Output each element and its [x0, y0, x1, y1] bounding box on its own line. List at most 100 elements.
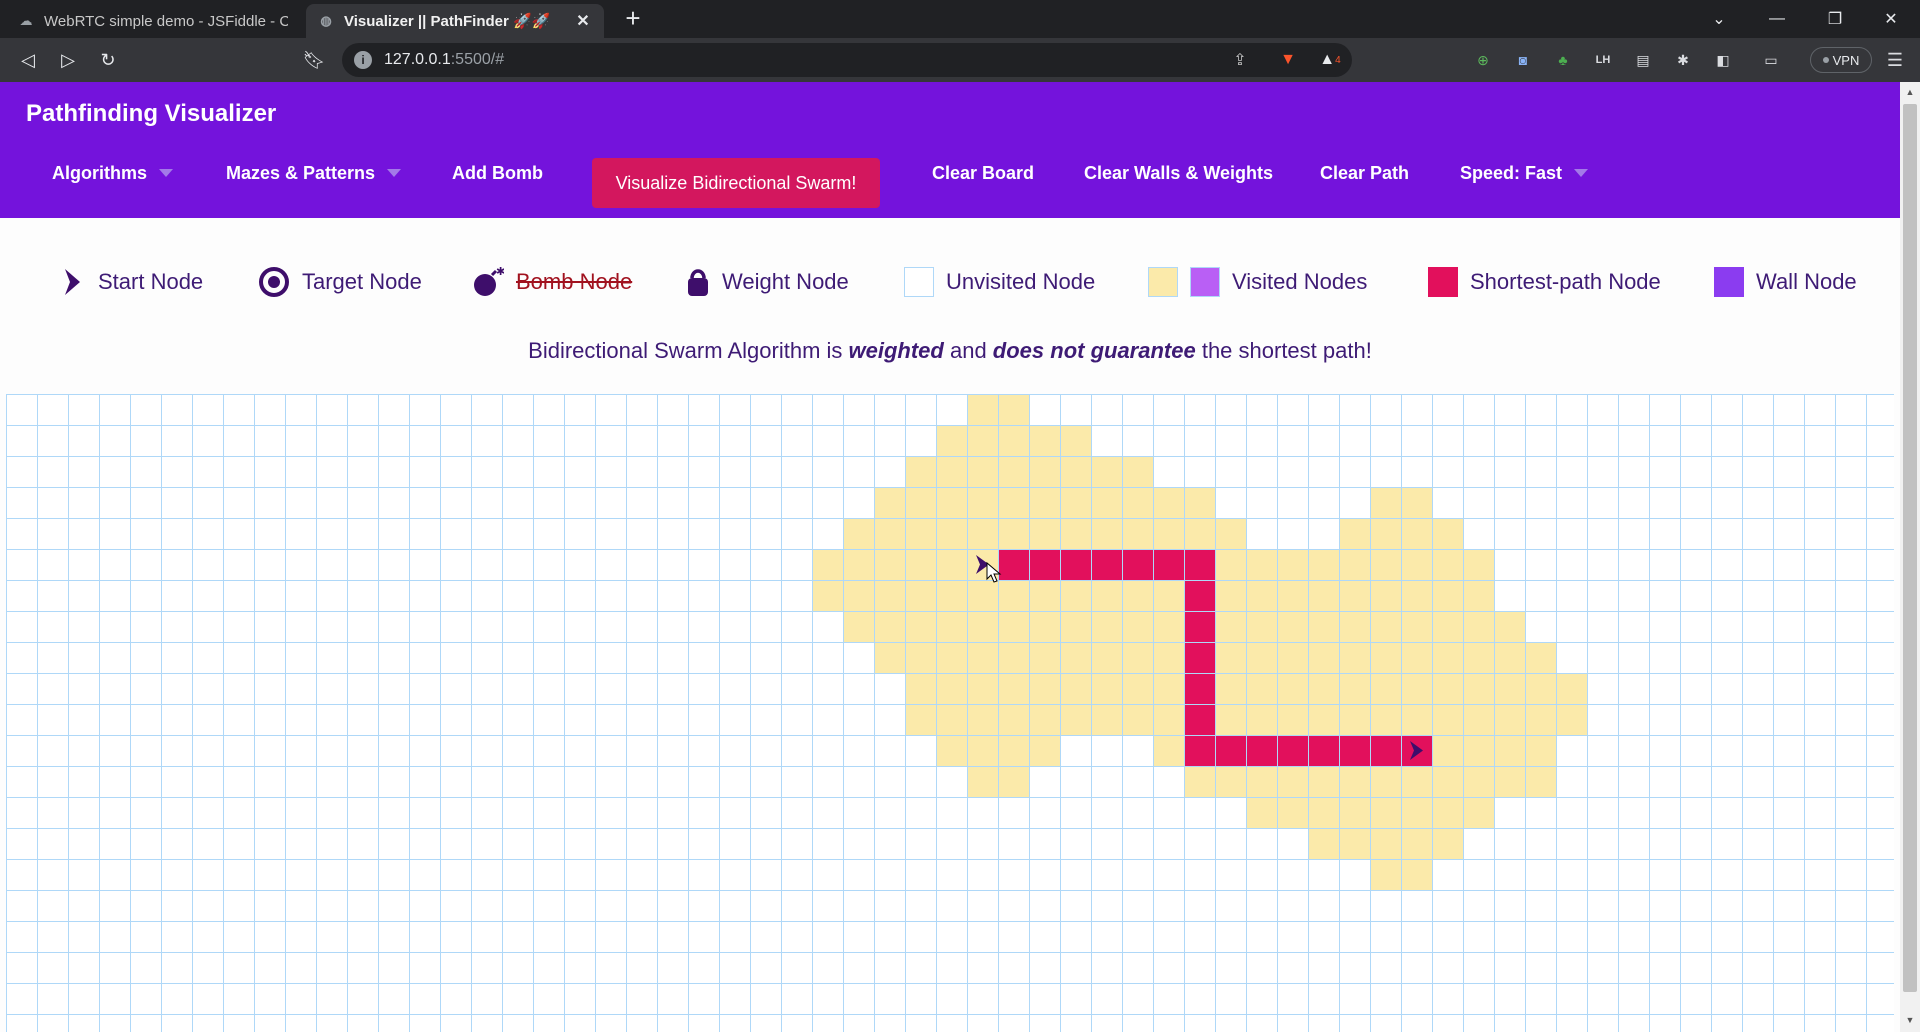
visited-node[interactable]: [1463, 580, 1494, 611]
visited-node[interactable]: [905, 673, 936, 704]
visited-node[interactable]: [1277, 549, 1308, 580]
extensions-puzzle-icon[interactable]: ✱: [1672, 49, 1694, 71]
visited-node[interactable]: [1401, 704, 1432, 735]
visited-node[interactable]: [1432, 673, 1463, 704]
speed-dropdown[interactable]: Speed: Fast: [1460, 160, 1589, 186]
close-window-button[interactable]: ✕: [1862, 0, 1920, 38]
extension-tree-icon[interactable]: ♣: [1552, 49, 1574, 71]
scroll-thumb[interactable]: [1903, 104, 1917, 992]
visited-node[interactable]: [1525, 642, 1556, 673]
visited-node[interactable]: [1246, 611, 1277, 642]
shortest-path-node[interactable]: [1184, 673, 1215, 704]
shortest-path-node[interactable]: [1246, 735, 1277, 766]
visited-node[interactable]: [1308, 611, 1339, 642]
visited-node[interactable]: [1308, 766, 1339, 797]
visited-node[interactable]: [1370, 580, 1401, 611]
visited-node[interactable]: [998, 456, 1029, 487]
visited-node[interactable]: [1091, 580, 1122, 611]
visited-node[interactable]: [1308, 828, 1339, 859]
visited-node[interactable]: [998, 766, 1029, 797]
visited-node[interactable]: [1122, 642, 1153, 673]
shortest-path-node[interactable]: [1184, 642, 1215, 673]
visited-node[interactable]: [1463, 766, 1494, 797]
shortest-path-node[interactable]: [1122, 549, 1153, 580]
visited-node[interactable]: [1494, 611, 1525, 642]
visited-node[interactable]: [1525, 673, 1556, 704]
extension-lighthouse-icon[interactable]: LH: [1592, 49, 1614, 71]
visited-node[interactable]: [1215, 518, 1246, 549]
visited-node[interactable]: [812, 549, 843, 580]
page-scrollbar[interactable]: ▲ ▼: [1900, 82, 1920, 1032]
visited-node[interactable]: [1432, 580, 1463, 611]
sidebar-icon[interactable]: ◧: [1712, 49, 1734, 71]
visited-node[interactable]: [1401, 673, 1432, 704]
visited-node[interactable]: [1091, 487, 1122, 518]
visited-node[interactable]: [905, 456, 936, 487]
visited-node[interactable]: [1339, 766, 1370, 797]
visited-node[interactable]: [1339, 518, 1370, 549]
visited-node[interactable]: [905, 580, 936, 611]
visited-node[interactable]: [1494, 673, 1525, 704]
visited-node[interactable]: [1153, 673, 1184, 704]
visited-node[interactable]: [1308, 549, 1339, 580]
visited-node[interactable]: [843, 518, 874, 549]
visited-node[interactable]: [998, 580, 1029, 611]
visited-node[interactable]: [874, 487, 905, 518]
visited-node[interactable]: [1370, 611, 1401, 642]
tab-jsfiddle[interactable]: ☁ WebRTC simple demo - JSFiddle - Code: [6, 4, 300, 38]
visited-node[interactable]: [874, 642, 905, 673]
visited-node[interactable]: [843, 549, 874, 580]
visited-node[interactable]: [1091, 518, 1122, 549]
visited-node[interactable]: [874, 518, 905, 549]
visited-node[interactable]: [1153, 518, 1184, 549]
visited-node[interactable]: [967, 642, 998, 673]
visited-node[interactable]: [1525, 735, 1556, 766]
add-bomb-button[interactable]: Add Bomb: [452, 160, 543, 186]
visited-node[interactable]: [1401, 518, 1432, 549]
visited-node[interactable]: [1308, 580, 1339, 611]
extension-camera-icon[interactable]: ◙: [1512, 49, 1534, 71]
visited-node[interactable]: [1153, 580, 1184, 611]
visited-node[interactable]: [936, 673, 967, 704]
visited-node[interactable]: [874, 611, 905, 642]
visited-node[interactable]: [1339, 580, 1370, 611]
visited-node[interactable]: [1029, 611, 1060, 642]
visited-node[interactable]: [1246, 704, 1277, 735]
visited-node[interactable]: [1432, 704, 1463, 735]
minimize-button[interactable]: —: [1748, 0, 1806, 38]
tab-visualizer[interactable]: ◍ Visualizer || PathFinder 🚀🚀 ✕: [306, 4, 604, 38]
visited-node[interactable]: [1277, 797, 1308, 828]
visited-node[interactable]: [1122, 518, 1153, 549]
clear-path-button[interactable]: Clear Path: [1320, 160, 1409, 186]
scroll-up-icon[interactable]: ▲: [1904, 86, 1916, 98]
visited-node[interactable]: [1122, 487, 1153, 518]
visited-node[interactable]: [874, 549, 905, 580]
visited-node[interactable]: [936, 518, 967, 549]
visited-node[interactable]: [1029, 704, 1060, 735]
visited-node[interactable]: [1339, 549, 1370, 580]
visited-node[interactable]: [1029, 642, 1060, 673]
visited-node[interactable]: [1029, 487, 1060, 518]
visited-node[interactable]: [1432, 797, 1463, 828]
visited-node[interactable]: [1370, 673, 1401, 704]
visited-node[interactable]: [936, 735, 967, 766]
visited-node[interactable]: [1308, 797, 1339, 828]
reload-icon[interactable]: ↻: [94, 46, 122, 74]
visited-node[interactable]: [1339, 704, 1370, 735]
shortest-path-node[interactable]: [1029, 549, 1060, 580]
visited-node[interactable]: [1432, 766, 1463, 797]
visited-node[interactable]: [1370, 487, 1401, 518]
visited-node[interactable]: [1277, 766, 1308, 797]
visited-node[interactable]: [936, 549, 967, 580]
visited-node[interactable]: [843, 611, 874, 642]
clear-walls-weights-button[interactable]: Clear Walls & Weights: [1084, 160, 1273, 186]
visited-node[interactable]: [998, 487, 1029, 518]
visited-node[interactable]: [905, 518, 936, 549]
grid-svg[interactable]: [6, 394, 1894, 1032]
visited-node[interactable]: [1153, 704, 1184, 735]
app-title[interactable]: Pathfinding Visualizer: [26, 100, 276, 128]
visited-node[interactable]: [967, 456, 998, 487]
share-icon[interactable]: ⇪: [1228, 49, 1252, 71]
visited-node[interactable]: [1091, 704, 1122, 735]
visited-node[interactable]: [1339, 611, 1370, 642]
